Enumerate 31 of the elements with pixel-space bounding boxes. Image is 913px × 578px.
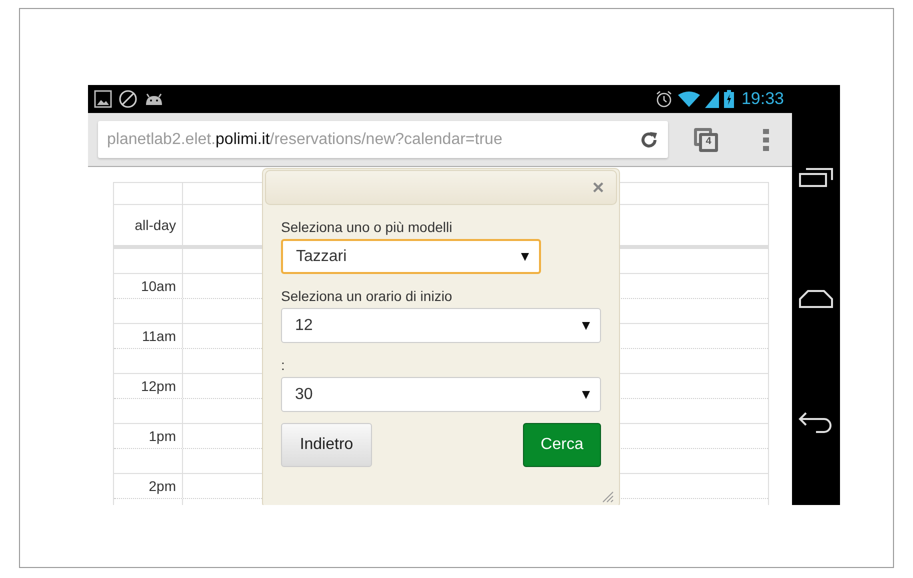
field-label: : <box>281 356 286 375</box>
resize-handle-icon[interactable] <box>602 491 614 503</box>
dropdown-arrow-icon <box>582 390 590 398</box>
dropdown-arrow-icon <box>582 322 590 330</box>
back-button[interactable]: Indietro <box>281 423 372 467</box>
select-field[interactable]: 12 <box>281 308 601 343</box>
reload-icon[interactable] <box>639 130 659 150</box>
url-field[interactable]: planetlab2.elet.polimi.it/reservations/new?calendar=true <box>98 121 668 158</box>
time-label: 1pm <box>148 426 176 446</box>
image-icon <box>94 90 112 108</box>
signal-icon <box>705 90 720 108</box>
field-label: Seleziona uno o più modelli <box>281 218 454 237</box>
battery-icon <box>724 90 734 108</box>
home-icon[interactable] <box>799 290 833 308</box>
time-label: 2pm <box>148 476 176 496</box>
select-field[interactable]: Tazzari <box>281 239 541 274</box>
time-label: 12pm <box>140 376 176 396</box>
dropdown-arrow-icon <box>521 252 529 260</box>
alarm-icon <box>655 90 674 108</box>
menu-icon[interactable] <box>763 128 769 150</box>
robot-icon <box>144 92 164 106</box>
time-label: 11am <box>142 326 176 346</box>
blocked-icon <box>118 89 138 109</box>
clock-time: 19:33 <box>741 88 784 110</box>
back-icon[interactable] <box>798 411 834 434</box>
wifi-icon <box>678 90 700 108</box>
search-button[interactable]: Cerca <box>523 423 601 467</box>
all-day-label: all-day <box>134 216 176 235</box>
select-field[interactable]: 30 <box>281 377 601 412</box>
field-label: Seleziona un orario di inizio <box>281 287 454 306</box>
time-label: 10am <box>140 276 176 296</box>
